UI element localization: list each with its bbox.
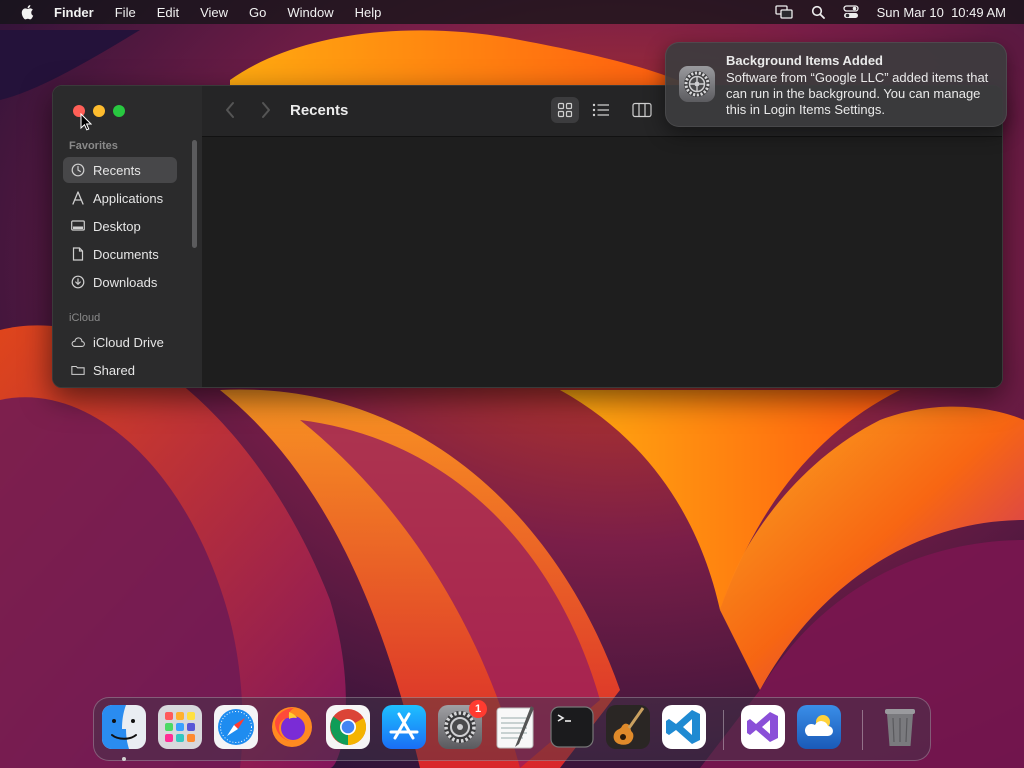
list-icon bbox=[592, 103, 609, 117]
system-settings-dock-item[interactable]: 1 bbox=[437, 700, 487, 750]
sidebar-item-label: Desktop bbox=[93, 218, 141, 234]
grid-icon bbox=[557, 102, 573, 118]
sidebar-item-recents[interactable]: Recents bbox=[63, 157, 177, 183]
sidebar-header-favorites: Favorites bbox=[69, 140, 118, 152]
mouse-cursor-icon bbox=[80, 113, 92, 131]
sidebar-item-shared[interactable]: Shared bbox=[63, 357, 177, 383]
applications-icon bbox=[71, 191, 85, 205]
menu-view[interactable]: View bbox=[200, 5, 228, 20]
running-indicator bbox=[122, 757, 126, 761]
maximize-button[interactable] bbox=[113, 105, 125, 117]
sidebar-item-label: Downloads bbox=[93, 274, 158, 290]
sidebar-item-icloud-drive[interactable]: iCloud Drive bbox=[63, 329, 177, 355]
sidebar-item-downloads[interactable]: Downloads bbox=[63, 269, 177, 295]
menu-edit[interactable]: Edit bbox=[157, 5, 179, 20]
menu-help[interactable]: Help bbox=[355, 5, 382, 20]
finder-window: Favorites Recents Applications Desktop D… bbox=[52, 85, 1003, 388]
sidebar-header-icloud: iCloud bbox=[69, 312, 101, 324]
sidebar-item-label: Documents bbox=[93, 246, 159, 262]
apple-menu-icon[interactable] bbox=[20, 4, 36, 20]
dock-separator bbox=[862, 710, 863, 750]
sidebar-item-desktop[interactable]: Desktop bbox=[63, 213, 177, 239]
finder-content-area[interactable] bbox=[202, 137, 1002, 387]
icon-view-button[interactable] bbox=[551, 97, 579, 123]
menu-bar-clock[interactable]: Sun Mar 10 10:49 AM bbox=[877, 5, 1006, 20]
sidebar-item-label: iCloud Drive bbox=[93, 334, 164, 350]
dock: 1 bbox=[93, 697, 931, 761]
desktop-icon bbox=[71, 219, 85, 233]
control-center-icon[interactable] bbox=[842, 5, 859, 19]
column-view-button[interactable] bbox=[628, 97, 656, 123]
minimize-button[interactable] bbox=[93, 105, 105, 117]
launchpad-dock-icon[interactable] bbox=[157, 704, 203, 750]
notification-title: Background Items Added bbox=[726, 53, 883, 68]
notification-badge: 1 bbox=[469, 700, 487, 718]
dock-separator bbox=[723, 710, 724, 750]
visual-studio-dock-icon[interactable] bbox=[740, 704, 786, 750]
columns-icon bbox=[632, 102, 652, 118]
sidebar-item-label: Shared bbox=[93, 362, 135, 378]
finder-sidebar: Favorites Recents Applications Desktop D… bbox=[53, 86, 203, 387]
chrome-dock-icon[interactable] bbox=[325, 704, 371, 750]
sidebar-item-label: Recents bbox=[93, 162, 141, 178]
menu-window[interactable]: Window bbox=[287, 5, 333, 20]
menu-bar: Finder File Edit View Go Window Help Sun… bbox=[0, 0, 1024, 24]
system-settings-gear-icon bbox=[679, 66, 715, 102]
weather-dock-icon[interactable] bbox=[796, 704, 842, 750]
clock-icon bbox=[71, 163, 85, 177]
back-chevron-icon[interactable] bbox=[224, 101, 236, 124]
firefox-dock-icon[interactable] bbox=[269, 704, 315, 750]
sidebar-item-applications[interactable]: Applications bbox=[63, 185, 177, 211]
shared-folder-icon bbox=[71, 363, 85, 377]
textedit-dock-icon[interactable] bbox=[493, 704, 539, 750]
finder-dock-icon[interactable] bbox=[101, 704, 147, 750]
document-icon bbox=[71, 247, 85, 261]
screen-mirroring-icon[interactable] bbox=[774, 5, 793, 19]
notification-body: Software from “Google LLC” added items t… bbox=[726, 70, 989, 117]
cloud-icon bbox=[71, 335, 85, 349]
window-title: Recents bbox=[290, 102, 349, 119]
spotlight-search-icon[interactable] bbox=[811, 5, 825, 19]
forward-chevron-icon[interactable] bbox=[260, 101, 272, 124]
sidebar-item-label: Applications bbox=[93, 190, 164, 206]
vscode-dock-icon[interactable] bbox=[661, 704, 707, 750]
download-icon bbox=[71, 275, 85, 289]
notification-banner[interactable]: Background Items Added Software from “Go… bbox=[665, 42, 1007, 127]
menu-finder[interactable]: Finder bbox=[54, 5, 94, 20]
safari-dock-icon[interactable] bbox=[213, 704, 259, 750]
menu-file[interactable]: File bbox=[115, 5, 136, 20]
sidebar-scrollbar[interactable] bbox=[192, 140, 197, 248]
sidebar-item-documents[interactable]: Documents bbox=[63, 241, 177, 267]
terminal-dock-icon[interactable] bbox=[549, 704, 595, 750]
garageband-dock-icon[interactable] bbox=[605, 704, 651, 750]
list-view-button[interactable] bbox=[587, 97, 615, 123]
trash-dock-icon[interactable] bbox=[877, 704, 923, 750]
menu-go[interactable]: Go bbox=[249, 5, 266, 20]
app-store-dock-icon[interactable] bbox=[381, 704, 427, 750]
